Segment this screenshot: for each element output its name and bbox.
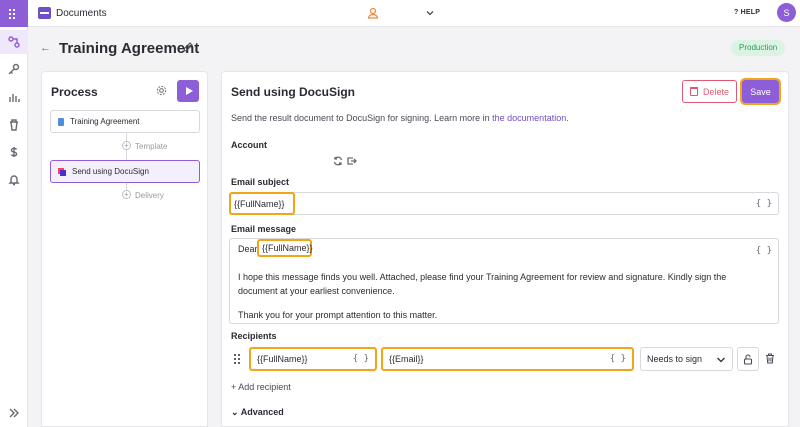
trash-icon[interactable] (7, 118, 21, 132)
add-recipient-button[interactable]: + Add recipient (231, 382, 291, 392)
email-subject-field[interactable]: { } (229, 192, 779, 215)
add-step-icon[interactable]: + (122, 141, 131, 150)
recipient-email-value: {{Email}} (389, 354, 424, 364)
help-link[interactable]: ? HELP (734, 9, 760, 16)
avatar[interactable]: S (777, 3, 796, 22)
chart-icon[interactable] (7, 90, 21, 104)
documents-app-icon (38, 7, 51, 19)
step-label: Training Agreement (70, 117, 140, 126)
message-line-2: Thank you for your prompt attention to t… (238, 310, 438, 320)
chevron-down-icon (717, 357, 725, 363)
step-label: Send using DocuSign (72, 167, 149, 176)
account-actions (333, 156, 357, 166)
variable-braces-icon[interactable]: { } (756, 199, 772, 209)
trash-icon (689, 87, 698, 96)
docusign-icon (58, 167, 66, 176)
advanced-toggle[interactable]: ⌄ Advanced (231, 407, 284, 418)
run-button[interactable] (177, 80, 199, 102)
flow-icon[interactable] (7, 35, 21, 49)
advanced-label: Advanced (240, 407, 284, 417)
recipient-email-field[interactable]: {{Email}} { } (381, 347, 634, 371)
documentation-link[interactable]: the documentation. (492, 113, 569, 123)
bell-icon[interactable] (7, 173, 21, 187)
app-name[interactable]: Documents (56, 8, 107, 19)
message-line-1: I hope this message finds you well. Atta… (238, 272, 727, 296)
delete-button[interactable]: Delete (682, 80, 737, 103)
back-arrow-icon[interactable]: ← (40, 42, 51, 54)
recipients-label: Recipients (231, 331, 277, 341)
recipient-action-value: Needs to sign (647, 354, 703, 364)
document-icon (58, 117, 64, 126)
panel-title: Send using DocuSign (231, 85, 356, 99)
gear-icon[interactable] (156, 85, 167, 96)
page-title: Training Agreement (59, 40, 200, 57)
refresh-icon[interactable] (333, 156, 343, 166)
description-text: Send the result document to DocuSign for… (231, 113, 493, 123)
trash-icon[interactable] (765, 353, 775, 364)
email-subject-label: Email subject (231, 177, 290, 187)
chevron-down-icon[interactable] (425, 8, 435, 18)
step-training-agreement[interactable]: Training Agreement (50, 110, 200, 133)
variable-braces-icon[interactable]: { } (756, 246, 772, 256)
edit-pencil-icon[interactable] (182, 42, 193, 53)
left-rail (0, 0, 28, 427)
expand-icon[interactable] (7, 406, 21, 420)
process-panel: Process Training Agreement + Template Se… (41, 71, 208, 427)
variable-braces-icon[interactable]: { } (353, 354, 369, 364)
step-send-docusign[interactable]: Send using DocuSign (50, 160, 200, 183)
recipient-action-select[interactable]: Needs to sign (640, 347, 733, 371)
process-title: Process (51, 85, 98, 99)
description: Send the result document to DocuSign for… (231, 113, 569, 123)
node-label-delivery: Delivery (135, 191, 164, 200)
lock-button[interactable] (737, 347, 759, 371)
step-settings-panel: Send using DocuSign Delete Save Send the… (221, 71, 789, 427)
email-message-token[interactable]: {{FullName}} (257, 239, 313, 257)
top-bar: Documents ? HELP S (28, 0, 800, 27)
apps-icon[interactable] (0, 0, 28, 27)
drag-handle-icon[interactable] (234, 354, 240, 364)
recipient-name-value: {{FullName}} (257, 354, 308, 364)
environment-badge: Production (731, 40, 786, 56)
add-step-icon[interactable]: + (122, 190, 131, 199)
variable-braces-icon[interactable]: { } (610, 354, 626, 364)
key-icon[interactable] (7, 62, 21, 76)
sign-in-icon[interactable] (347, 156, 357, 166)
account-label: Account (231, 140, 267, 150)
dollar-icon[interactable] (7, 145, 21, 159)
help-icon: ? (734, 9, 739, 16)
unlock-icon (743, 353, 753, 365)
delete-label: Delete (702, 86, 729, 97)
help-label: HELP (740, 9, 761, 16)
email-message-label: Email message (231, 224, 297, 234)
save-button[interactable]: Save (740, 78, 781, 105)
email-subject-token[interactable]: {{FullName}} (229, 192, 295, 215)
message-greeting: Dear (238, 244, 258, 254)
recipient-name-field[interactable]: {{FullName}} { } (249, 347, 377, 371)
chevron-down-icon: ⌄ (231, 407, 239, 417)
node-label-template: Template (135, 142, 168, 151)
user-icon[interactable] (367, 7, 379, 19)
